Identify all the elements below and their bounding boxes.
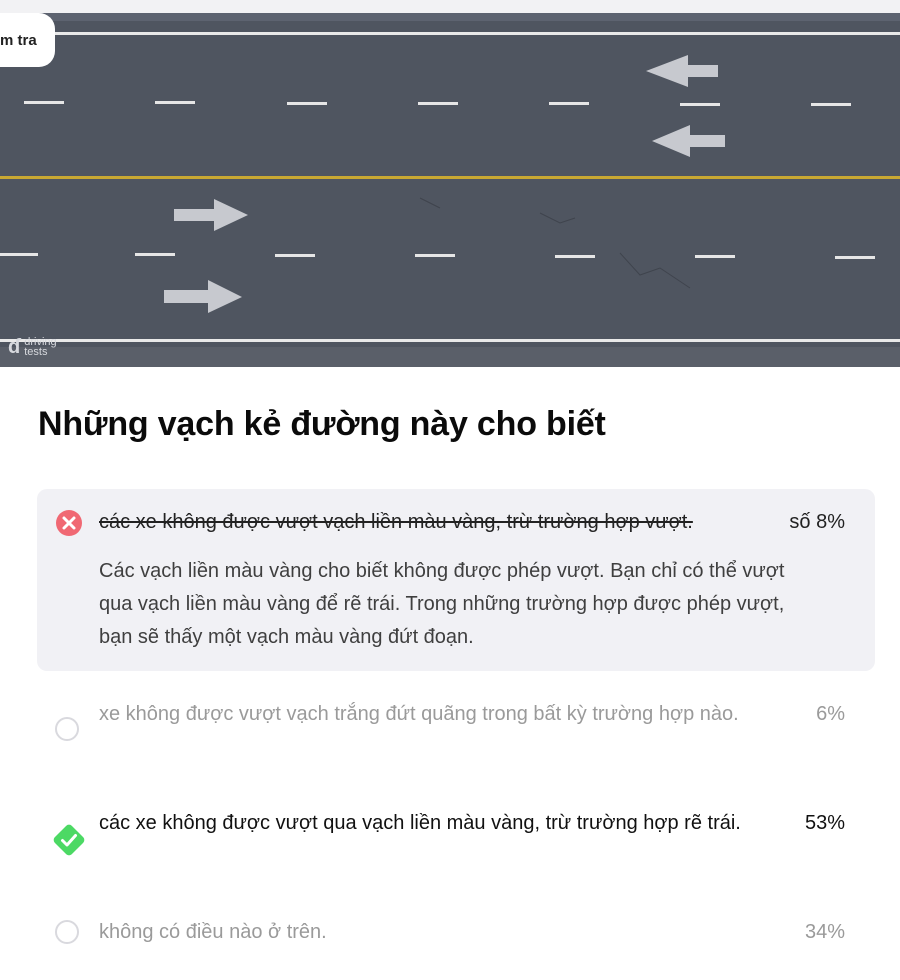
correct-check-icon bbox=[51, 822, 87, 863]
answer-option-3[interactable]: các xe không được vượt qua vạch liền màu… bbox=[37, 806, 875, 878]
answer-percent: 53% bbox=[804, 812, 845, 834]
test-badge[interactable]: m tra bbox=[0, 13, 55, 67]
answer-percent: 6% bbox=[816, 703, 845, 725]
question-title: Những vạch kẻ đường này cho biết bbox=[38, 405, 606, 443]
watermark-line2: tests bbox=[24, 346, 48, 358]
radio-circle-icon bbox=[55, 920, 79, 944]
road-illustration bbox=[0, 13, 900, 367]
question-image: ɗ driving tests bbox=[0, 13, 900, 367]
incorrect-icon bbox=[55, 509, 83, 542]
answer-percent: số 8% bbox=[789, 511, 845, 533]
answer-text: xe không được vượt vạch trắng đứt quãng … bbox=[99, 703, 739, 725]
answer-option-2[interactable]: xe không được vượt vạch trắng đứt quãng … bbox=[37, 697, 875, 769]
test-badge-label: m tra bbox=[0, 31, 37, 49]
answer-option-4[interactable]: không có điều nào ở trên. 34% bbox=[37, 915, 875, 955]
radio-circle-icon bbox=[55, 717, 79, 741]
answer-text: các xe không được vượt vạch liền màu vàn… bbox=[99, 511, 693, 533]
watermark-logo: ɗ driving tests bbox=[8, 336, 57, 358]
answer-text: không có điều nào ở trên. bbox=[99, 921, 327, 943]
answer-text: các xe không được vượt qua vạch liền màu… bbox=[99, 812, 741, 834]
answer-percent: 34% bbox=[804, 921, 845, 943]
top-strip bbox=[0, 0, 900, 13]
answer-explanation: Các vạch liền màu vàng cho biết không đư… bbox=[99, 560, 785, 648]
answer-option-1[interactable]: các xe không được vượt vạch liền màu vàn… bbox=[37, 489, 875, 671]
